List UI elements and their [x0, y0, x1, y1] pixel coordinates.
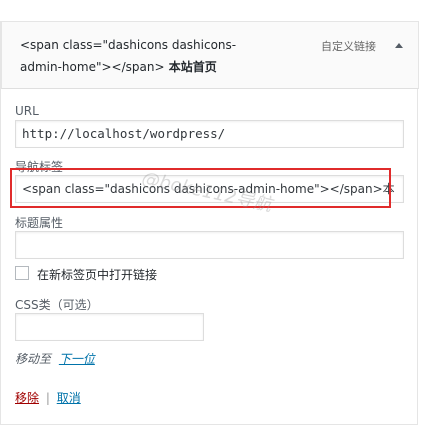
arrow-up-icon[interactable] — [393, 40, 405, 52]
move-next-link[interactable]: 下一位 — [59, 352, 95, 366]
css-class-label: CSS类（可选） — [15, 298, 99, 312]
menu-item-title: <span class="dashicons dashicons- admin-… — [20, 34, 290, 78]
url-input[interactable]: http://localhost/wordpress/ — [15, 120, 404, 148]
nav-label-label: 导航标签 — [15, 160, 64, 174]
title-attr-label: 标题属性 — [15, 216, 64, 230]
cancel-link[interactable]: 取消 — [57, 391, 81, 405]
move-row: 移动至 下一位 — [15, 350, 95, 367]
new-tab-checkbox[interactable] — [15, 266, 29, 280]
move-label: 移动至 — [15, 352, 52, 366]
menu-item-title-code-line2: admin-home"></span> — [20, 60, 165, 74]
actions-row: 移除 | 取消 — [15, 389, 81, 406]
remove-link[interactable]: 移除 — [15, 391, 39, 405]
nav-label-input[interactable]: <span class="dashicons dashicons-admin-h… — [15, 175, 404, 203]
menu-item-header[interactable]: <span class="dashicons dashicons- admin-… — [1, 21, 419, 89]
title-attr-input[interactable] — [15, 231, 404, 259]
css-class-input[interactable] — [15, 313, 204, 341]
menu-item-title-label: 本站首页 — [168, 60, 217, 74]
menu-item-type: 自定义链接 — [321, 40, 376, 53]
menu-item-title-code-line1: <span class="dashicons dashicons- — [20, 38, 237, 52]
actions-separator: | — [45, 391, 50, 405]
new-tab-label: 在新标签页中打开链接 — [37, 268, 158, 282]
url-label: URL — [15, 104, 39, 118]
